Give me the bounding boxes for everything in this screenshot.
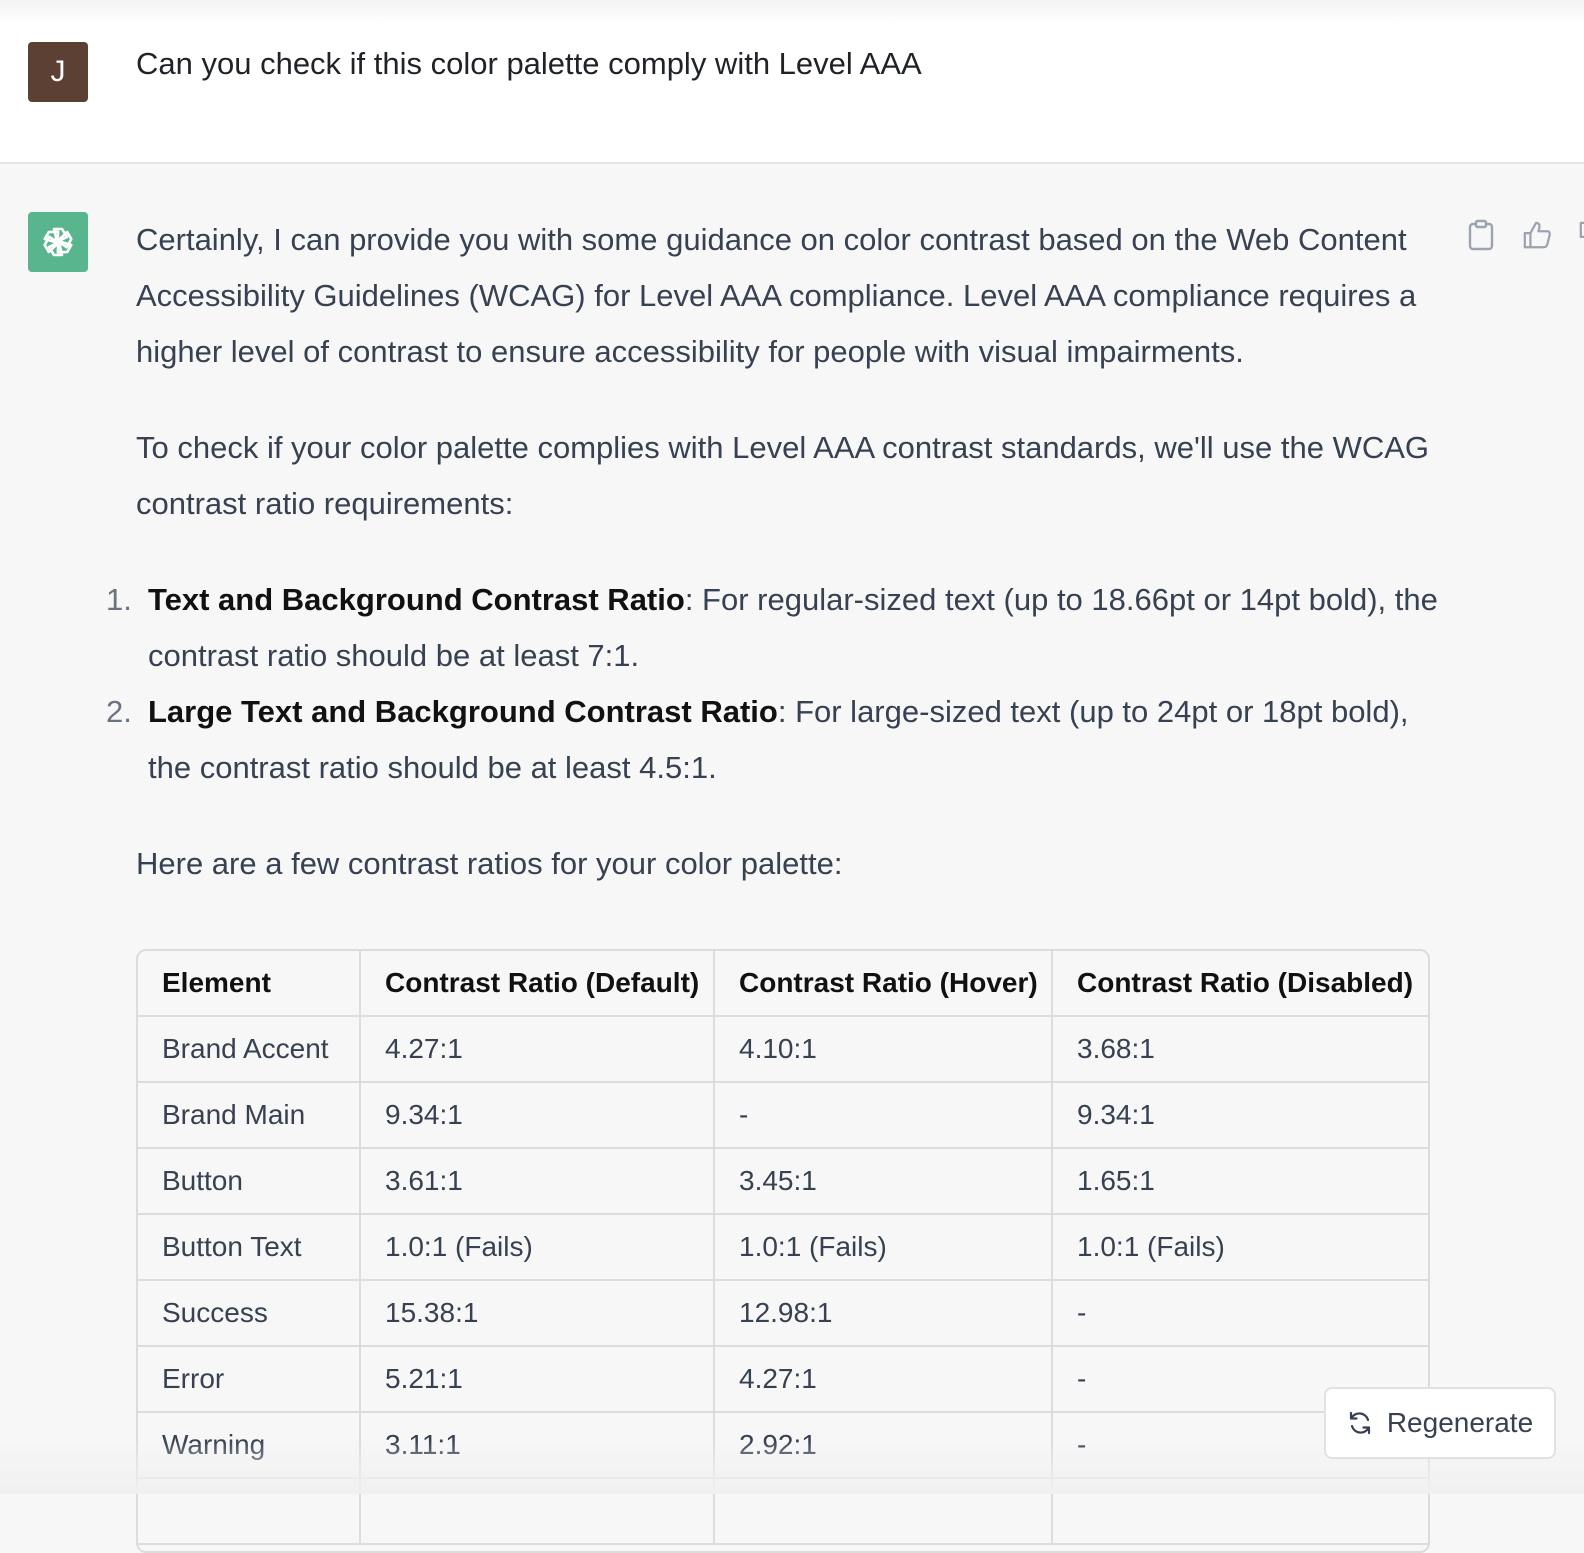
regenerate-label: Regenerate bbox=[1386, 1407, 1534, 1438]
list-item-title: Text and Background Contrast Ratio bbox=[148, 582, 685, 617]
table-cell: - bbox=[1052, 1280, 1428, 1347]
table-row: Warning 3.11:1 2.92:1 - bbox=[138, 1412, 1428, 1479]
table-cell: Error bbox=[138, 1346, 361, 1413]
table-row: Brand Accent 4.27:1 4.10:1 3.68:1 bbox=[138, 1016, 1428, 1083]
thumbs-up-button[interactable] bbox=[1522, 218, 1552, 252]
table-cell: 3.68:1 bbox=[1052, 1016, 1428, 1083]
table-row: Brand Main 9.34:1 - 9.34:1 bbox=[138, 1082, 1428, 1149]
thumbs-down-button[interactable] bbox=[1578, 218, 1584, 252]
table-row: Button Text 1.0:1 (Fails) 1.0:1 (Fails) … bbox=[138, 1214, 1428, 1281]
table-cell: 2.92:1 bbox=[714, 1412, 1053, 1479]
table-cell: 9.34:1 bbox=[1052, 1082, 1428, 1149]
thumbs-down-icon bbox=[1579, 221, 1584, 238]
table-cell: 1.0:1 (Fails) bbox=[714, 1214, 1053, 1281]
column-header: Contrast Ratio (Default) bbox=[360, 951, 715, 1017]
table-cell: 3.61:1 bbox=[360, 1148, 715, 1215]
assistant-avatar bbox=[28, 212, 88, 272]
list-number: 2. bbox=[106, 694, 132, 729]
table-cell: Button bbox=[138, 1148, 361, 1215]
table-cell: 1.0:1 (Fails) bbox=[1052, 1214, 1428, 1281]
top-fade bbox=[0, 0, 1584, 26]
table-cell: 4.27:1 bbox=[360, 1016, 715, 1083]
table-cell: 4.10:1 bbox=[714, 1016, 1053, 1083]
copy-button[interactable] bbox=[1466, 218, 1496, 252]
openai-logo-icon bbox=[43, 227, 73, 257]
table-cell bbox=[1052, 1478, 1428, 1545]
column-header: Contrast Ratio (Hover) bbox=[714, 951, 1053, 1017]
table-cell bbox=[138, 1478, 361, 1545]
clipboard-icon bbox=[1468, 219, 1494, 251]
intro-paragraph: Certainly, I can provide you with some g… bbox=[136, 222, 1417, 369]
table-cell: Warning bbox=[138, 1412, 361, 1479]
table-cell bbox=[360, 1478, 715, 1545]
user-message-text: Can you check if this color palette comp… bbox=[136, 46, 922, 81]
refresh-icon bbox=[1349, 1411, 1370, 1435]
table-cell: Button Text bbox=[138, 1214, 361, 1281]
requirements-intro: To check if your color palette complies … bbox=[136, 430, 1430, 521]
contrast-table: Element Contrast Ratio (Default) Contras… bbox=[136, 949, 1430, 1553]
table-intro: Here are a few contrast ratios for your … bbox=[136, 846, 843, 881]
table-cell: 3.45:1 bbox=[714, 1148, 1053, 1215]
table-cell: 3.11:1 bbox=[360, 1412, 715, 1479]
message-actions bbox=[1466, 218, 1584, 252]
regenerate-button[interactable]: Regenerate bbox=[1324, 1387, 1556, 1459]
table-cell: - bbox=[714, 1082, 1053, 1149]
table-cell: Success bbox=[138, 1280, 361, 1347]
list-item-title: Large Text and Background Contrast Ratio bbox=[148, 694, 778, 729]
table-cell: 12.98:1 bbox=[714, 1280, 1053, 1347]
column-header: Contrast Ratio (Disabled) bbox=[1052, 951, 1428, 1017]
list-item: 2. Large Text and Background Contrast Rat… bbox=[106, 684, 1438, 796]
table-row: Button 3.61:1 3.45:1 1.65:1 bbox=[138, 1148, 1428, 1215]
table-cell: 9.34:1 bbox=[360, 1082, 715, 1149]
table-cell bbox=[714, 1478, 1053, 1545]
table-row bbox=[138, 1478, 1428, 1545]
table-cell: Brand Main bbox=[138, 1082, 361, 1149]
thumbs-up-icon bbox=[1523, 221, 1551, 249]
table-cell: 1.65:1 bbox=[1052, 1148, 1428, 1215]
table-cell: 5.21:1 bbox=[360, 1346, 715, 1413]
user-avatar: J bbox=[28, 42, 88, 102]
column-header: Element bbox=[138, 951, 361, 1017]
table-header-row: Element Contrast Ratio (Default) Contras… bbox=[138, 951, 1428, 1017]
assistant-message: Certainly, I can provide you with some g… bbox=[106, 212, 1438, 932]
requirements-list: 1. Text and Background Contrast Ratio: Fo… bbox=[106, 572, 1438, 796]
table-cell: Brand Accent bbox=[138, 1016, 361, 1083]
table-cell: 15.38:1 bbox=[360, 1280, 715, 1347]
table-cell: 1.0:1 (Fails) bbox=[360, 1214, 715, 1281]
table-row: Success 15.38:1 12.98:1 - bbox=[138, 1280, 1428, 1347]
user-message-row: J Can you check if this color palette co… bbox=[0, 0, 1584, 164]
table-cell: 4.27:1 bbox=[714, 1346, 1053, 1413]
list-item: 1. Text and Background Contrast Ratio: Fo… bbox=[106, 572, 1438, 684]
table-row: Error 5.21:1 4.27:1 - bbox=[138, 1346, 1428, 1413]
list-number: 1. bbox=[106, 582, 132, 617]
